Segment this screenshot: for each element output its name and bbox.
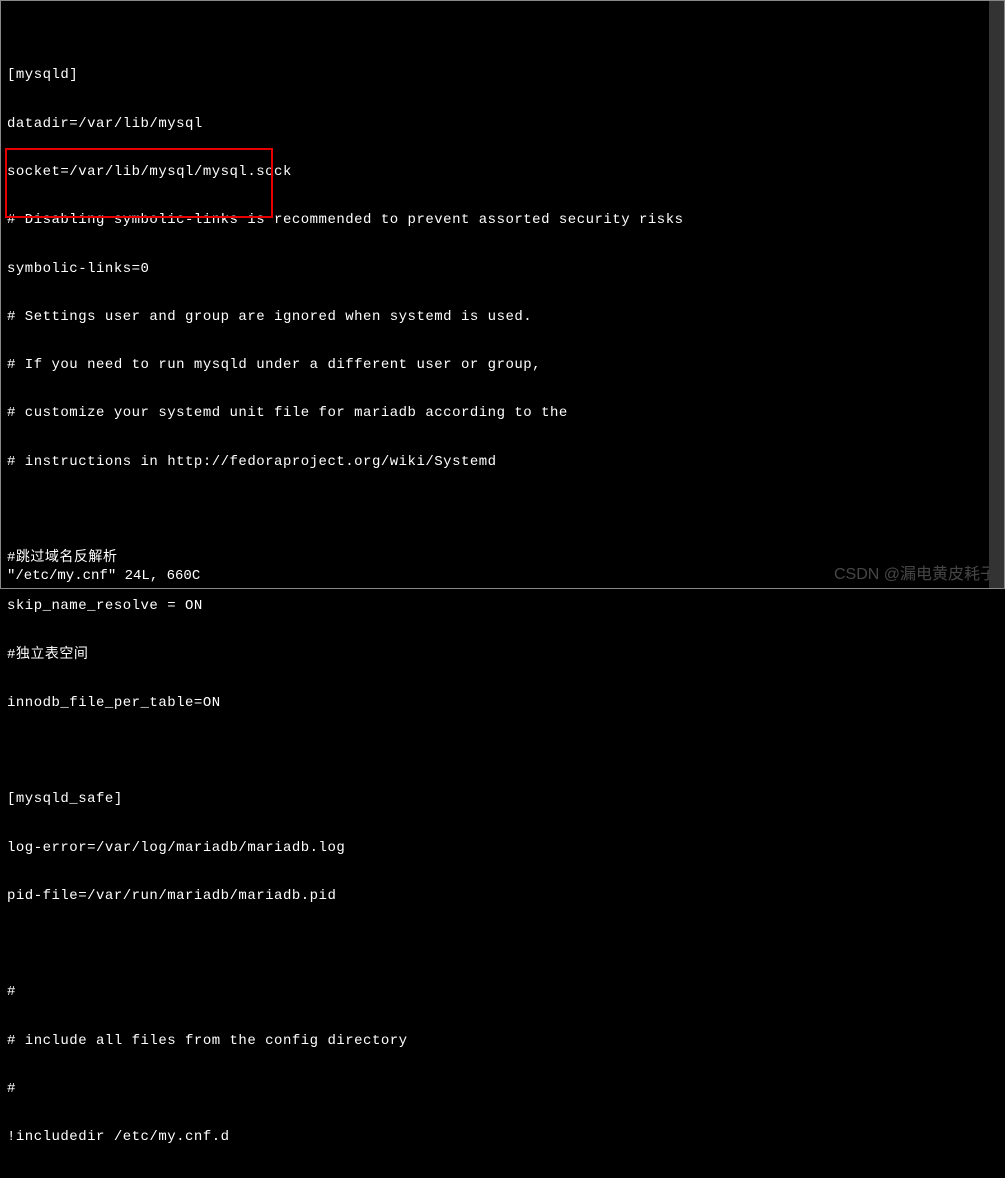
config-line: log-error=/var/log/mariadb/mariadb.log: [7, 840, 998, 856]
config-line: symbolic-links=0: [7, 261, 998, 277]
status-file-info: "/etc/my.cnf" 24L, 660C: [7, 568, 200, 584]
config-line: innodb_file_per_table=ON: [7, 695, 998, 711]
config-line: [7, 743, 998, 759]
terminal-viewport[interactable]: [mysqld] datadir=/var/lib/mysql socket=/…: [1, 1, 1004, 1178]
config-line: pid-file=/var/run/mariadb/mariadb.pid: [7, 888, 998, 904]
config-line: #独立表空间: [7, 647, 998, 663]
scrollbar-thumb[interactable]: [989, 1, 1004, 588]
vim-status-line: "/etc/my.cnf" 24L, 660C: [7, 568, 998, 584]
config-line: socket=/var/lib/mysql/mysql.sock: [7, 164, 998, 180]
config-line: [mysqld]: [7, 67, 998, 83]
config-line: # Settings user and group are ignored wh…: [7, 309, 998, 325]
config-line: [7, 936, 998, 952]
config-line: # Disabling symbolic-links is recommende…: [7, 212, 998, 228]
config-line: !includedir /etc/my.cnf.d: [7, 1129, 998, 1145]
config-line: #: [7, 1081, 998, 1097]
config-line: # customize your systemd unit file for m…: [7, 405, 998, 421]
config-line: skip_name_resolve = ON: [7, 598, 998, 614]
config-line: #: [7, 984, 998, 1000]
config-line: [7, 502, 998, 518]
config-line: [mysqld_safe]: [7, 791, 998, 807]
config-line: #跳过域名反解析: [7, 550, 998, 566]
config-line: # instructions in http://fedoraproject.o…: [7, 454, 998, 470]
config-line: datadir=/var/lib/mysql: [7, 116, 998, 132]
config-line: # If you need to run mysqld under a diff…: [7, 357, 998, 373]
file-content: [mysqld] datadir=/var/lib/mysql socket=/…: [7, 35, 998, 1178]
scrollbar-track[interactable]: [989, 1, 1004, 588]
config-line: # include all files from the config dire…: [7, 1033, 998, 1049]
